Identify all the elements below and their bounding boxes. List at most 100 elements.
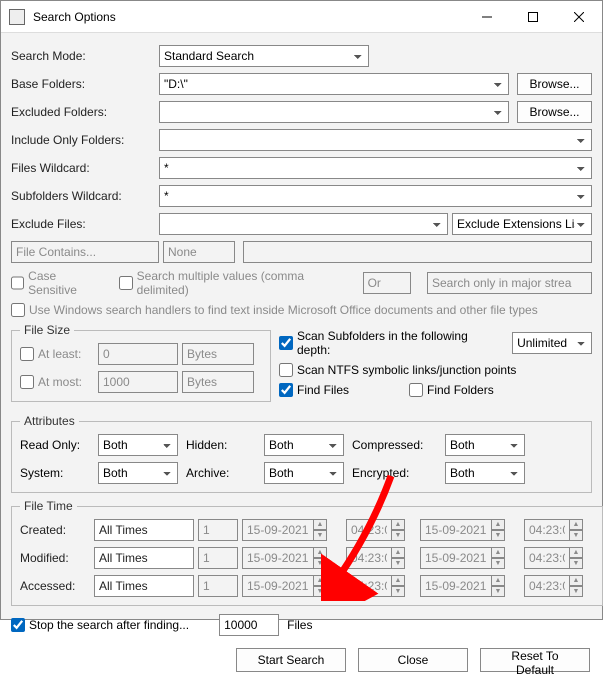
accessed-date1-input[interactable]: [242, 575, 314, 597]
encrypted-label: Encrypted:: [352, 466, 437, 480]
base-folders-label: Base Folders:: [11, 77, 159, 91]
minimize-button[interactable]: [464, 1, 510, 33]
spin-down[interactable]: ▼: [391, 558, 405, 569]
spin-up[interactable]: ▲: [313, 519, 327, 530]
spin-down[interactable]: ▼: [391, 530, 405, 541]
modified-date1-input[interactable]: [242, 547, 314, 569]
spin-up[interactable]: ▲: [391, 519, 405, 530]
created-date1-input[interactable]: [242, 519, 314, 541]
scan-ntfs-checkbox[interactable]: Scan NTFS symbolic links/junction points: [279, 363, 516, 377]
major-streams-input[interactable]: [427, 272, 592, 294]
created-time1-input[interactable]: [346, 519, 392, 541]
contains-value-input[interactable]: [243, 241, 592, 263]
created-label: Created:: [20, 523, 90, 537]
spin-down[interactable]: ▼: [391, 586, 405, 597]
hidden-select[interactable]: Both: [264, 434, 344, 456]
maximize-button[interactable]: [510, 1, 556, 33]
reset-default-button[interactable]: Reset To Default: [480, 648, 590, 672]
exclude-files-label: Exclude Files:: [11, 217, 159, 231]
spin-down[interactable]: ▼: [569, 586, 583, 597]
excluded-folders-label: Excluded Folders:: [11, 105, 159, 119]
stop-after-checkbox[interactable]: Stop the search after finding...: [11, 618, 189, 632]
modified-n-input[interactable]: [198, 547, 238, 569]
or-select[interactable]: Or: [363, 272, 411, 294]
spin-down[interactable]: ▼: [313, 530, 327, 541]
spin-up[interactable]: ▲: [569, 547, 583, 558]
files-wildcard-select[interactable]: *: [159, 157, 592, 179]
excluded-folders-browse-button[interactable]: Browse...: [517, 101, 592, 123]
win-handlers-checkbox[interactable]: Use Windows search handlers to find text…: [11, 303, 538, 317]
spin-up[interactable]: ▲: [491, 575, 505, 586]
spin-up[interactable]: ▲: [391, 575, 405, 586]
spin-down[interactable]: ▼: [491, 530, 505, 541]
spin-up[interactable]: ▲: [391, 547, 405, 558]
subfolders-wildcard-label: Subfolders Wildcard:: [11, 189, 159, 203]
created-date2-input[interactable]: [420, 519, 492, 541]
case-sensitive-checkbox[interactable]: Case Sensitive: [11, 269, 103, 297]
scan-subfolders-checkbox[interactable]: Scan Subfolders in the following depth:: [279, 329, 504, 357]
modified-time1-input[interactable]: [346, 547, 392, 569]
at-most-input[interactable]: [98, 371, 178, 393]
accessed-label: Accessed:: [20, 579, 90, 593]
files-wildcard-label: Files Wildcard:: [11, 161, 159, 175]
compressed-select[interactable]: Both: [445, 434, 525, 456]
spin-down[interactable]: ▼: [313, 558, 327, 569]
spin-down[interactable]: ▼: [313, 586, 327, 597]
archive-select[interactable]: Both: [264, 462, 344, 484]
depth-select[interactable]: Unlimited: [512, 332, 592, 354]
start-search-button[interactable]: Start Search: [236, 648, 346, 672]
multi-values-checkbox[interactable]: Search multiple values (comma delimited): [119, 269, 346, 297]
spin-up[interactable]: ▲: [569, 519, 583, 530]
modified-time2-input[interactable]: [524, 547, 570, 569]
close-dialog-button[interactable]: Close: [358, 648, 468, 672]
accessed-time1-input[interactable]: [346, 575, 392, 597]
find-files-checkbox[interactable]: Find Files: [279, 383, 349, 397]
files-suffix-label: Files: [287, 618, 312, 632]
spin-up[interactable]: ▲: [569, 575, 583, 586]
close-button[interactable]: [556, 1, 602, 33]
excluded-folders-select[interactable]: [159, 101, 509, 123]
at-least-checkbox[interactable]: At least:: [20, 347, 98, 361]
base-folders-select[interactable]: "D:\": [159, 73, 509, 95]
system-label: System:: [20, 466, 90, 480]
readonly-select[interactable]: Both: [98, 434, 178, 456]
file-contains-select[interactable]: File Contains...: [11, 241, 159, 263]
accessed-date2-input[interactable]: [420, 575, 492, 597]
spin-up[interactable]: ▲: [313, 547, 327, 558]
spin-down[interactable]: ▼: [569, 530, 583, 541]
contains-type-select[interactable]: None: [163, 241, 235, 263]
spin-up[interactable]: ▲: [313, 575, 327, 586]
file-size-legend: File Size: [20, 323, 74, 337]
search-mode-label: Search Mode:: [11, 49, 159, 63]
spin-up[interactable]: ▲: [491, 519, 505, 530]
created-times-select[interactable]: All Times: [94, 519, 194, 541]
spin-down[interactable]: ▼: [569, 558, 583, 569]
compressed-label: Compressed:: [352, 438, 437, 452]
accessed-time2-input[interactable]: [524, 575, 570, 597]
titlebar: Search Options: [1, 1, 602, 33]
accessed-times-select[interactable]: All Times: [94, 575, 194, 597]
created-time2-input[interactable]: [524, 519, 570, 541]
modified-date2-input[interactable]: [420, 547, 492, 569]
hidden-label: Hidden:: [186, 438, 256, 452]
at-least-unit-select[interactable]: Bytes: [182, 343, 254, 365]
base-folders-browse-button[interactable]: Browse...: [517, 73, 592, 95]
modified-times-select[interactable]: All Times: [94, 547, 194, 569]
include-only-select[interactable]: [159, 129, 592, 151]
at-least-input[interactable]: [98, 343, 178, 365]
find-folders-checkbox[interactable]: Find Folders: [409, 383, 494, 397]
spin-up[interactable]: ▲: [491, 547, 505, 558]
at-most-checkbox[interactable]: At most:: [20, 375, 98, 389]
search-mode-select[interactable]: Standard Search: [159, 45, 369, 67]
stop-count-input[interactable]: [219, 614, 279, 636]
created-n-input[interactable]: [198, 519, 238, 541]
spin-down[interactable]: ▼: [491, 586, 505, 597]
exclude-files-select[interactable]: [159, 213, 448, 235]
accessed-n-input[interactable]: [198, 575, 238, 597]
subfolders-wildcard-select[interactable]: *: [159, 185, 592, 207]
spin-down[interactable]: ▼: [491, 558, 505, 569]
encrypted-select[interactable]: Both: [445, 462, 525, 484]
at-most-unit-select[interactable]: Bytes: [182, 371, 254, 393]
system-select[interactable]: Both: [98, 462, 178, 484]
exclude-extensions-select[interactable]: Exclude Extensions List: [452, 213, 592, 235]
